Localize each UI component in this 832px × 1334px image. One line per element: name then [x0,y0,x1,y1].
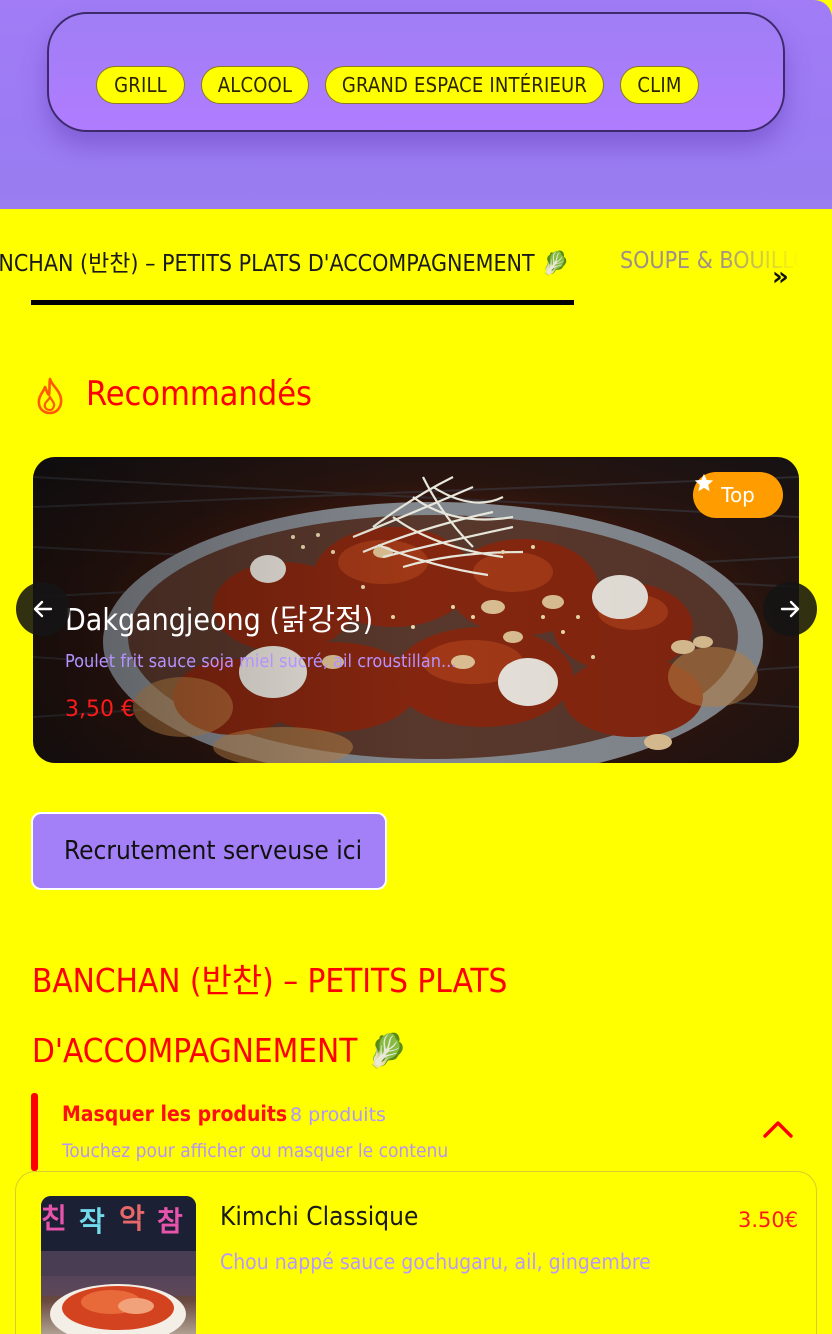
star-icon [694,473,714,492]
feature-tags-panel: GRILL ALCOOL GRAND ESPACE INTÉRIEUR CLIM [47,12,785,132]
chevron-up-icon[interactable] [762,1118,794,1140]
product-name: Kimchi Classique [220,1202,419,1232]
svg-text:악: 악 [119,1202,145,1235]
product-card[interactable]: 친 작 악 참 Kimchi Classique 3.50€ Chou napp… [15,1171,817,1334]
tag-grand-espace[interactable]: GRAND ESPACE INTÉRIEUR [325,66,604,104]
tag-grill[interactable]: GRILL [96,66,185,104]
toggle-products-button[interactable]: Masquer les produits [62,1102,287,1126]
product-image: 친 작 악 참 [41,1196,196,1334]
tag-alcool[interactable]: ALCOOL [201,66,309,104]
arrow-left-icon[interactable] [16,582,70,636]
recommended-title: Recommandés [86,374,312,414]
section-toggle-accent [31,1093,38,1171]
recommended-slide[interactable]: Top Dakgangjeong (닭강정) Poulet frit sauce… [33,457,799,763]
recruit-button[interactable]: Recrutement serveuse ici [31,812,387,890]
product-count: 8 produits [290,1104,386,1126]
top-badge-label: Top [721,483,755,507]
product-description: Chou nappé sauce gochugaru, ail, gingemb… [220,1250,651,1274]
tag-clim[interactable]: CLIM [620,66,699,104]
double-chevron-right-icon[interactable]: » [772,262,789,292]
slide-description: Poulet frit sauce soja miel sucré, ail c… [65,651,457,672]
product-price: 3.50€ [738,1208,799,1232]
active-tab-indicator [31,300,574,305]
slide-price: 3,50 € [65,697,135,722]
arrow-right-icon[interactable] [763,582,817,636]
flame-icon [37,377,63,415]
section-title: BANCHAN (반찬) – PETITS PLATS D'ACCOMPAGNE… [32,961,508,1070]
top-badge: Top [693,472,783,518]
svg-text:참: 참 [157,1205,183,1238]
toggle-hint: Touchez pour afficher ou masquer le cont… [62,1140,449,1162]
slide-title: Dakgangjeong (닭강정) [65,603,374,638]
svg-text:작: 작 [79,1205,105,1238]
tab-banchan[interactable]: BANCHAN (반찬) – PETITS PLATS D'ACCOMPAGNE… [0,244,570,278]
svg-text:친: 친 [41,1202,67,1235]
